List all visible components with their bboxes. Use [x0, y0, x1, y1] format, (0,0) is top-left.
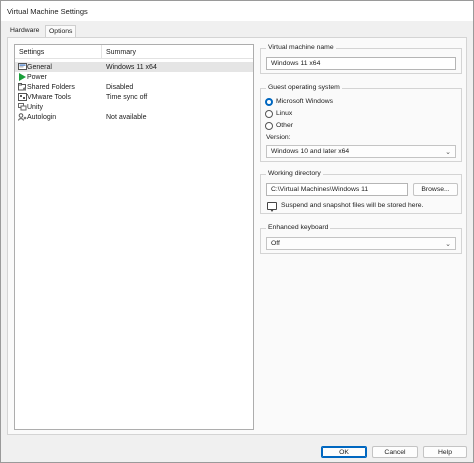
list-item-summary: Windows 11 x64	[106, 63, 157, 71]
version-select-value: Windows 10 and later x64	[271, 148, 350, 155]
list-item-summary: Disabled	[106, 83, 134, 91]
browse-button[interactable]: Browse...	[413, 183, 458, 196]
radio-label: Linux	[276, 110, 293, 117]
tab-strip: Hardware Options	[7, 25, 467, 38]
working-directory-input[interactable]: C:\Virtual Machines\Windows 11	[266, 183, 408, 196]
enhanced-keyboard-select[interactable]: Off ⌄	[266, 237, 456, 250]
vm-name-legend: Virtual machine name	[266, 44, 336, 51]
list-item-unity[interactable]: Unity	[15, 102, 253, 112]
enhanced-keyboard-group: Enhanced keyboard Off ⌄	[260, 224, 462, 254]
help-button[interactable]: Help	[423, 446, 467, 458]
vm-name-input[interactable]: Windows 11 x64	[266, 57, 456, 70]
radio-icon	[265, 122, 273, 130]
shared-folders-icon	[18, 83, 27, 91]
radio-selected-icon	[265, 98, 273, 106]
unity-icon	[18, 103, 27, 111]
options-pane: Settings Summary General Windows 11 x64 …	[7, 37, 467, 435]
enhanced-keyboard-legend: Enhanced keyboard	[266, 224, 331, 231]
info-speech-icon	[267, 202, 277, 212]
guest-os-legend: Guest operating system	[266, 84, 342, 91]
power-play-icon	[18, 73, 27, 81]
title-bar: Virtual Machine Settings	[1, 1, 473, 21]
list-item-vmware-tools[interactable]: VMware Tools Time sync off	[15, 92, 253, 102]
list-item-autologin[interactable]: Autologin Not available	[15, 112, 253, 122]
list-item-general[interactable]: General Windows 11 x64	[15, 62, 253, 72]
list-header: Settings Summary	[15, 45, 253, 59]
settings-window: Virtual Machine Settings Hardware Option…	[0, 0, 474, 463]
settings-list[interactable]: Settings Summary General Windows 11 x64 …	[14, 44, 254, 430]
column-header-summary[interactable]: Summary	[101, 45, 136, 59]
radio-label: Microsoft Windows	[276, 98, 334, 105]
dialog-buttons: OK Cancel Help	[1, 441, 474, 461]
version-select[interactable]: Windows 10 and later x64 ⌄	[266, 145, 456, 158]
vm-name-group: Virtual machine name Windows 11 x64	[260, 44, 462, 74]
list-item-label: Shared Folders	[27, 83, 75, 91]
enhanced-keyboard-value: Off	[271, 240, 280, 247]
tab-hardware[interactable]: Hardware	[7, 25, 42, 37]
radio-icon	[265, 110, 273, 118]
ok-button[interactable]: OK	[321, 446, 367, 458]
working-directory-note: Suspend and snapshot files will be store…	[281, 202, 424, 209]
general-icon	[18, 63, 27, 71]
working-directory-legend: Working directory	[266, 170, 323, 177]
list-item-label: General	[27, 63, 52, 71]
list-item-label: Power	[27, 73, 47, 81]
working-directory-group: Working directory C:\Virtual Machines\Wi…	[260, 170, 462, 214]
list-item-power[interactable]: Power	[15, 72, 253, 82]
cancel-button[interactable]: Cancel	[372, 446, 418, 458]
list-item-label: Unity	[27, 103, 43, 111]
chevron-down-icon: ⌄	[445, 241, 451, 248]
chevron-down-icon: ⌄	[445, 149, 451, 156]
guest-os-group: Guest operating system Microsoft Windows…	[260, 84, 462, 162]
version-label: Version:	[266, 134, 291, 141]
autologin-icon	[18, 113, 27, 121]
list-item-label: Autologin	[27, 113, 57, 121]
list-item-summary: Not available	[106, 113, 147, 121]
column-header-settings[interactable]: Settings	[19, 49, 44, 56]
list-item-shared-folders[interactable]: Shared Folders Disabled	[15, 82, 253, 92]
radio-label: Other	[276, 122, 293, 129]
list-item-label: VMware Tools	[27, 93, 71, 101]
window-title: Virtual Machine Settings	[7, 7, 88, 16]
vmware-tools-icon	[18, 93, 27, 101]
list-item-summary: Time sync off	[106, 93, 148, 101]
